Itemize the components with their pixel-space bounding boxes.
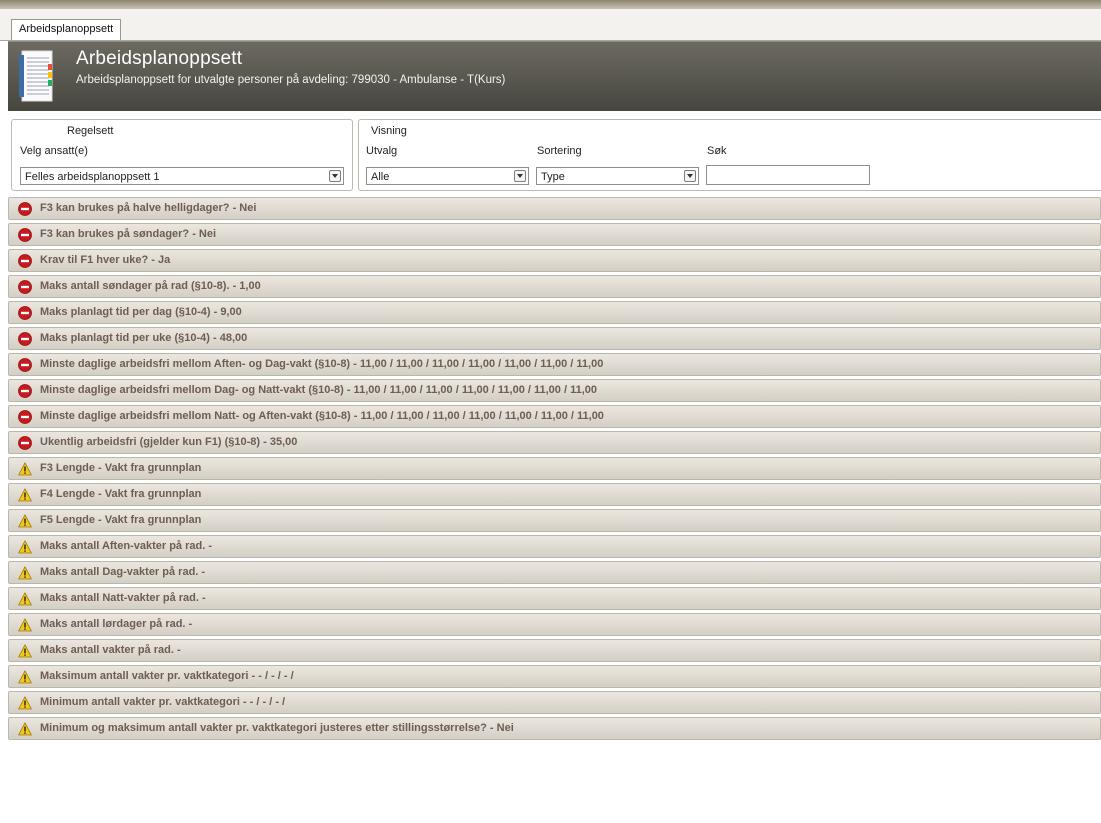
error-icon [18,202,32,216]
warning-icon [18,722,32,736]
error-icon [18,280,32,294]
rule-row[interactable]: F3 Lengde - Vakt fra grunnplan [8,457,1101,480]
rule-text: Maks antall vakter på rad. - [40,644,181,656]
rule-row[interactable]: F3 kan brukes på halve helligdager? - Ne… [8,197,1101,220]
employee-select-value: Felles arbeidsplanoppsett 1 [25,171,160,183]
rule-row[interactable]: Maks antall søndager på rad (§10-8). - 1… [8,275,1101,298]
tab-arbeidsplanoppsett[interactable]: Arbeidsplanoppsett [11,19,122,40]
error-icon [18,410,32,424]
rule-text: F3 Lengde - Vakt fra grunnplan [40,462,202,474]
warning-icon [18,462,32,476]
rule-row[interactable]: Maksimum antall vakter pr. vaktkategori … [8,665,1101,688]
rule-text: Maks antall søndager på rad (§10-8). - 1… [40,280,261,292]
regelsett-panel: Regelsett Velg ansatt(e) Felles arbeidsp… [11,119,353,191]
search-input[interactable] [706,165,870,185]
visning-title: Visning [371,125,407,137]
sortering-select-value: Type [541,171,565,183]
window-top-strip [0,0,1101,9]
rule-text: F4 Lengde - Vakt fra grunnplan [40,488,202,500]
warning-icon [18,618,32,632]
rule-row[interactable]: F4 Lengde - Vakt fra grunnplan [8,483,1101,506]
rule-text: F3 kan brukes på halve helligdager? - Ne… [40,202,257,214]
rule-text: Krav til F1 hver uke? - Ja [40,254,171,266]
utvalg-select-value: Alle [371,171,390,183]
rule-row[interactable]: F3 kan brukes på søndager? - Nei [8,223,1101,246]
page-header: Arbeidsplanoppsett Arbeidsplanoppsett fo… [8,41,1101,111]
rule-row[interactable]: Maks planlagt tid per dag (§10-4) - 9,00 [8,301,1101,324]
chevron-down-icon[interactable] [329,170,341,182]
page-title: Arbeidsplanoppsett [76,48,243,69]
rule-row[interactable]: Minste daglige arbeidsfri mellom Dag- og… [8,379,1101,402]
error-icon [18,436,32,450]
rule-text: Maks antall lørdager på rad. - [40,618,193,630]
warning-icon [18,540,32,554]
rule-text: Maks antall Aften-vakter på rad. - [40,540,212,552]
tab-bar: Arbeidsplanoppsett [0,9,1101,41]
utvalg-select[interactable]: Alle [366,167,529,185]
rule-text: Maks planlagt tid per dag (§10-4) - 9,00 [40,306,242,318]
rule-row[interactable]: Minste daglige arbeidsfri mellom Aften- … [8,353,1101,376]
warning-icon [18,592,32,606]
rule-row[interactable]: Minste daglige arbeidsfri mellom Natt- o… [8,405,1101,428]
rule-row[interactable]: Maks planlagt tid per uke (§10-4) - 48,0… [8,327,1101,350]
rule-text: Minste daglige arbeidsfri mellom Aften- … [40,358,604,370]
rule-text: F3 kan brukes på søndager? - Nei [40,228,217,240]
error-icon [18,358,32,372]
page-subtitle: Arbeidsplanoppsett for utvalgte personer… [76,74,506,86]
warning-icon [18,514,32,528]
error-icon [18,306,32,320]
warning-icon [18,488,32,502]
rule-text: Maks antall Dag-vakter på rad. - [40,566,206,578]
rule-row[interactable]: Maks antall lørdager på rad. - [8,613,1101,636]
rule-text: Ukentlig arbeidsfri (gjelder kun F1) (§1… [40,436,298,448]
warning-icon [18,644,32,658]
chevron-down-icon[interactable] [514,170,526,182]
sok-label: Søk [707,145,727,157]
error-icon [18,254,32,268]
rule-row[interactable]: Maks antall Dag-vakter på rad. - [8,561,1101,584]
employee-select[interactable]: Felles arbeidsplanoppsett 1 [20,167,344,185]
employee-label: Velg ansatt(e) [20,145,88,157]
error-icon [18,332,32,346]
rule-row[interactable]: Minimum antall vakter pr. vaktkategori -… [8,691,1101,714]
rule-text: Minimum antall vakter pr. vaktkategori -… [40,696,286,708]
regelsett-title: Regelsett [67,125,114,137]
rule-text: F5 Lengde - Vakt fra grunnplan [40,514,202,526]
rule-row[interactable]: Minimum og maksimum antall vakter pr. va… [8,717,1101,740]
rule-text: Minimum og maksimum antall vakter pr. va… [40,722,514,734]
warning-icon [18,670,32,684]
rule-text: Minste daglige arbeidsfri mellom Dag- og… [40,384,598,396]
utvalg-label: Utvalg [366,145,398,157]
rule-text: Maks planlagt tid per uke (§10-4) - 48,0… [40,332,248,344]
warning-icon [18,566,32,580]
rule-row[interactable]: Krav til F1 hver uke? - Ja [8,249,1101,272]
warning-icon [18,696,32,710]
error-icon [18,228,32,242]
notebook-icon [19,50,53,102]
sortering-label: Sortering [537,145,582,157]
rule-text: Maksimum antall vakter pr. vaktkategori … [40,670,294,682]
rule-row[interactable]: Ukentlig arbeidsfri (gjelder kun F1) (§1… [8,431,1101,454]
rule-list: F3 kan brukes på halve helligdager? - Ne… [8,197,1101,743]
rule-row[interactable]: Maks antall Aften-vakter på rad. - [8,535,1101,558]
visning-panel: Visning Utvalg Alle Sortering Type Søk [358,119,1101,191]
rule-row[interactable]: Maks antall vakter på rad. - [8,639,1101,662]
rule-row[interactable]: Maks antall Natt-vakter på rad. - [8,587,1101,610]
rule-text: Maks antall Natt-vakter på rad. - [40,592,206,604]
rule-text: Minste daglige arbeidsfri mellom Natt- o… [40,410,604,422]
error-icon [18,384,32,398]
rule-row[interactable]: F5 Lengde - Vakt fra grunnplan [8,509,1101,532]
chevron-down-icon[interactable] [684,170,696,182]
sortering-select[interactable]: Type [536,167,699,185]
